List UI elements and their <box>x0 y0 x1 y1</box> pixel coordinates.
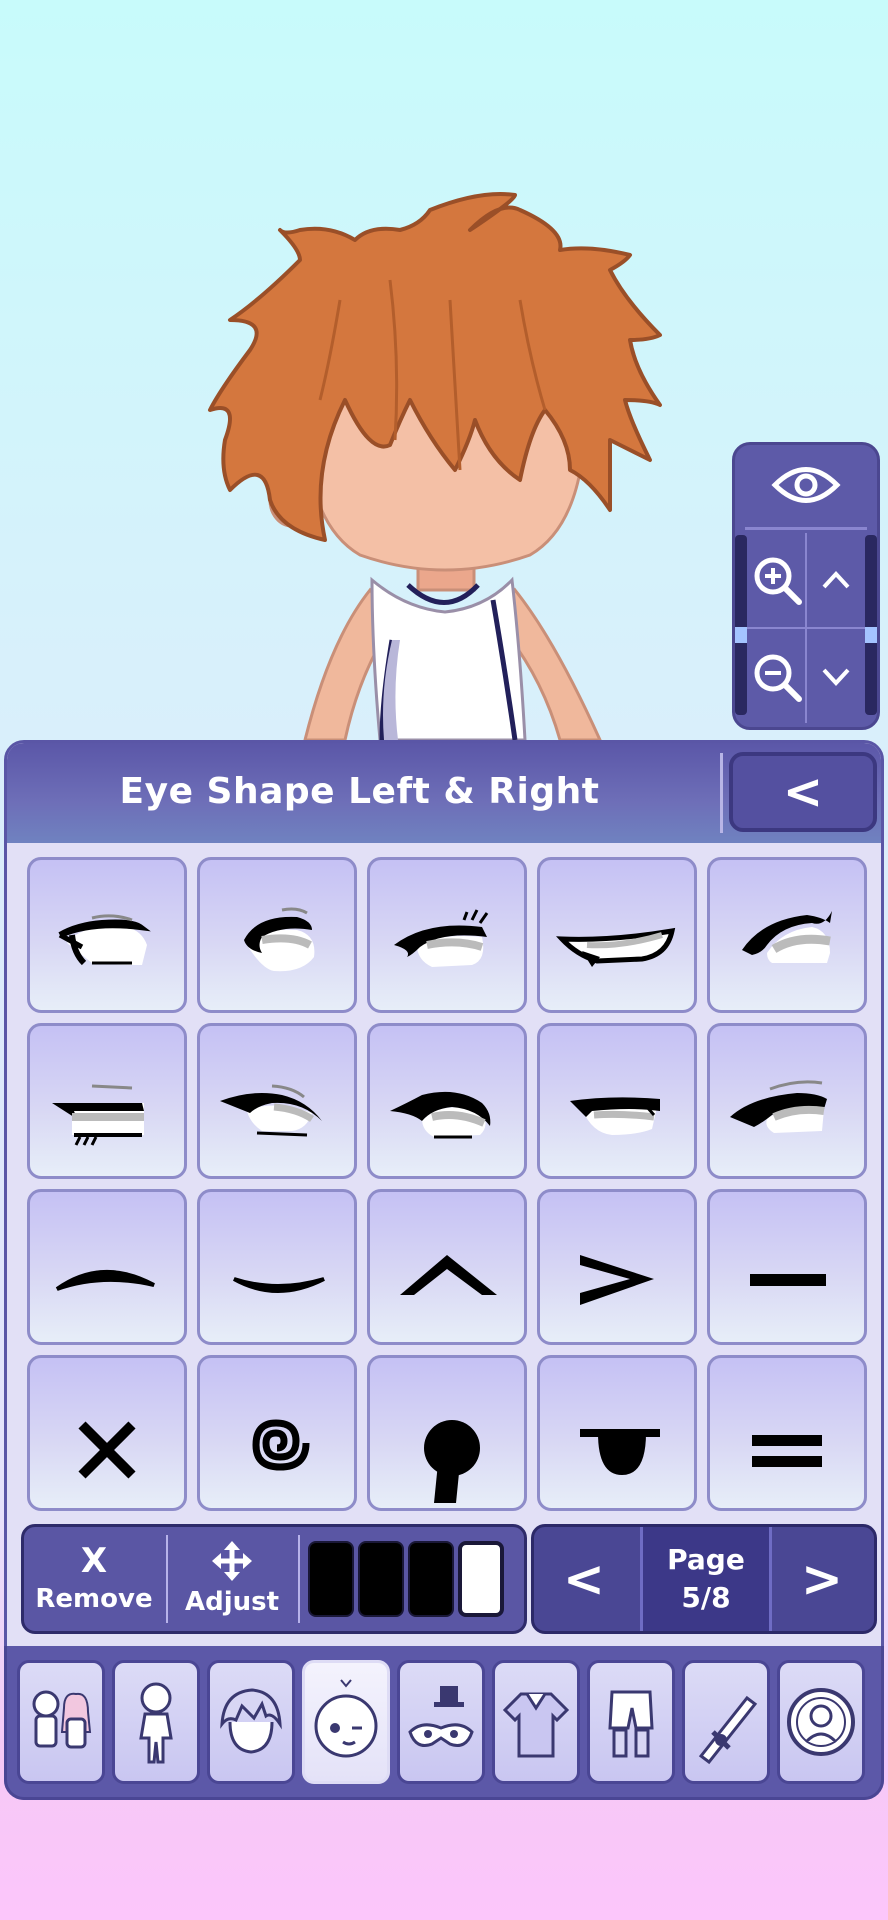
greater-than-eye-icon <box>580 1255 654 1305</box>
eye-shape-option-14[interactable] <box>537 1189 697 1345</box>
eye-shape-9-icon <box>570 1097 660 1135</box>
eye-shape-10-icon <box>730 1080 827 1133</box>
presets-characters-icon <box>32 1690 92 1749</box>
eye-shape-6-icon <box>52 1084 144 1146</box>
eye-shape-option-16[interactable] <box>27 1355 187 1511</box>
category-tops[interactable] <box>492 1660 580 1784</box>
eye-shape-option-12[interactable] <box>197 1189 357 1345</box>
tongue-eye-icon <box>580 1429 660 1475</box>
profile-portrait-icon <box>787 1688 855 1756</box>
adjust-button[interactable]: Adjust <box>168 1527 296 1631</box>
back-button[interactable]: < <box>729 752 877 832</box>
shirt-icon <box>502 1692 570 1758</box>
closed-eye-down-arc-icon <box>233 1277 325 1293</box>
face-icon <box>314 1679 378 1758</box>
keyhole-eye-icon <box>424 1420 480 1503</box>
eye-shape-option-9[interactable] <box>537 1023 697 1179</box>
accessories-hat-mask-icon <box>408 1686 474 1747</box>
eye-shape-1-icon <box>58 914 151 966</box>
left-scroll-track[interactable] <box>735 535 747 715</box>
pager: < Page 5/8 > <box>531 1524 877 1634</box>
page-label: Page <box>667 1543 745 1576</box>
zoom-out-icon[interactable] <box>749 631 805 723</box>
spiral-eye-icon <box>252 1419 310 1471</box>
eye-shape-option-11[interactable] <box>27 1189 187 1345</box>
eye-shape-2-icon <box>244 907 315 972</box>
eye-shape-option-15[interactable] <box>707 1189 867 1345</box>
body-icon <box>139 1682 173 1764</box>
view-controls <box>732 442 880 730</box>
color-swatch-1[interactable] <box>308 1541 354 1617</box>
category-face[interactable] <box>302 1660 390 1784</box>
panel-header: Eye Shape Left & Right < <box>7 743 881 843</box>
eye-shape-3-icon <box>394 909 489 967</box>
eye-shape-option-3[interactable] <box>367 857 527 1013</box>
eye-shape-option-10[interactable] <box>707 1023 867 1179</box>
adjust-label: Adjust <box>184 1587 280 1617</box>
remove-x-icon: X <box>80 1541 108 1581</box>
eye-shape-panel: Eye Shape Left & Right < X Remove Adjust… <box>4 740 884 1800</box>
move-down-chevron-icon[interactable] <box>807 631 865 723</box>
caret-up-eye-icon <box>400 1255 497 1295</box>
weapon-props-icon <box>698 1695 758 1765</box>
color-swatch-4[interactable] <box>458 1541 504 1617</box>
tools-bar: X Remove Adjust <box>21 1524 527 1634</box>
dash-eye-icon <box>750 1274 826 1286</box>
eye-shape-option-8[interactable] <box>367 1023 527 1179</box>
category-bottoms[interactable] <box>587 1660 675 1784</box>
header-divider <box>720 753 723 833</box>
eye-shape-8-icon <box>390 1091 491 1139</box>
x-eye-icon <box>78 1421 136 1479</box>
color-swatch-2[interactable] <box>358 1541 404 1617</box>
category-bar <box>4 1646 884 1800</box>
eye-shape-option-19[interactable] <box>537 1355 697 1511</box>
category-presets[interactable] <box>17 1660 105 1784</box>
eye-shape-option-17[interactable] <box>197 1355 357 1511</box>
eye-shape-option-2[interactable] <box>197 857 357 1013</box>
closed-eye-up-arc-icon <box>55 1269 155 1291</box>
category-props[interactable] <box>682 1660 770 1784</box>
toggle-visibility-eye-icon[interactable] <box>735 445 877 525</box>
move-up-chevron-icon[interactable] <box>807 535 865 625</box>
eye-shape-option-7[interactable] <box>197 1023 357 1179</box>
page-indicator: Page 5/8 <box>640 1527 772 1631</box>
eye-shape-4-icon <box>556 927 676 967</box>
eye-shape-option-13[interactable] <box>367 1189 527 1345</box>
eye-shape-option-1[interactable] <box>27 857 187 1013</box>
previous-page-button[interactable]: < <box>534 1527 634 1631</box>
right-scroll-thumb[interactable] <box>865 627 877 643</box>
category-hair[interactable] <box>207 1660 295 1784</box>
eye-shape-option-20[interactable] <box>707 1355 867 1511</box>
hair-icon <box>220 1688 282 1754</box>
next-page-button[interactable]: > <box>772 1527 872 1631</box>
eye-shape-option-6[interactable] <box>27 1023 187 1179</box>
zoom-in-icon[interactable] <box>749 535 805 625</box>
eye-shape-option-5[interactable] <box>707 857 867 1013</box>
back-chevron-icon: < <box>782 764 824 820</box>
eye-shape-option-4[interactable] <box>537 857 697 1013</box>
page-value: 5/8 <box>681 1581 731 1614</box>
move-arrows-icon <box>212 1541 252 1581</box>
remove-label: Remove <box>35 1584 153 1614</box>
color-swatch-3[interactable] <box>408 1541 454 1617</box>
pants-icon <box>608 1690 654 1758</box>
eye-shape-grid <box>27 857 875 1511</box>
category-accessories[interactable] <box>397 1660 485 1784</box>
eye-shape-option-18[interactable] <box>367 1355 527 1511</box>
eye-shape-7-icon <box>220 1084 322 1137</box>
category-body[interactable] <box>112 1660 200 1784</box>
right-scroll-track[interactable] <box>865 535 877 715</box>
remove-button[interactable]: X Remove <box>24 1527 164 1631</box>
eye-shape-5-icon <box>742 911 832 963</box>
toolbar-divider <box>298 1535 300 1623</box>
panel-title: Eye Shape Left & Right <box>119 771 600 812</box>
category-profile[interactable] <box>777 1660 865 1784</box>
equals-eye-icon <box>752 1435 822 1467</box>
left-scroll-thumb[interactable] <box>735 627 747 643</box>
